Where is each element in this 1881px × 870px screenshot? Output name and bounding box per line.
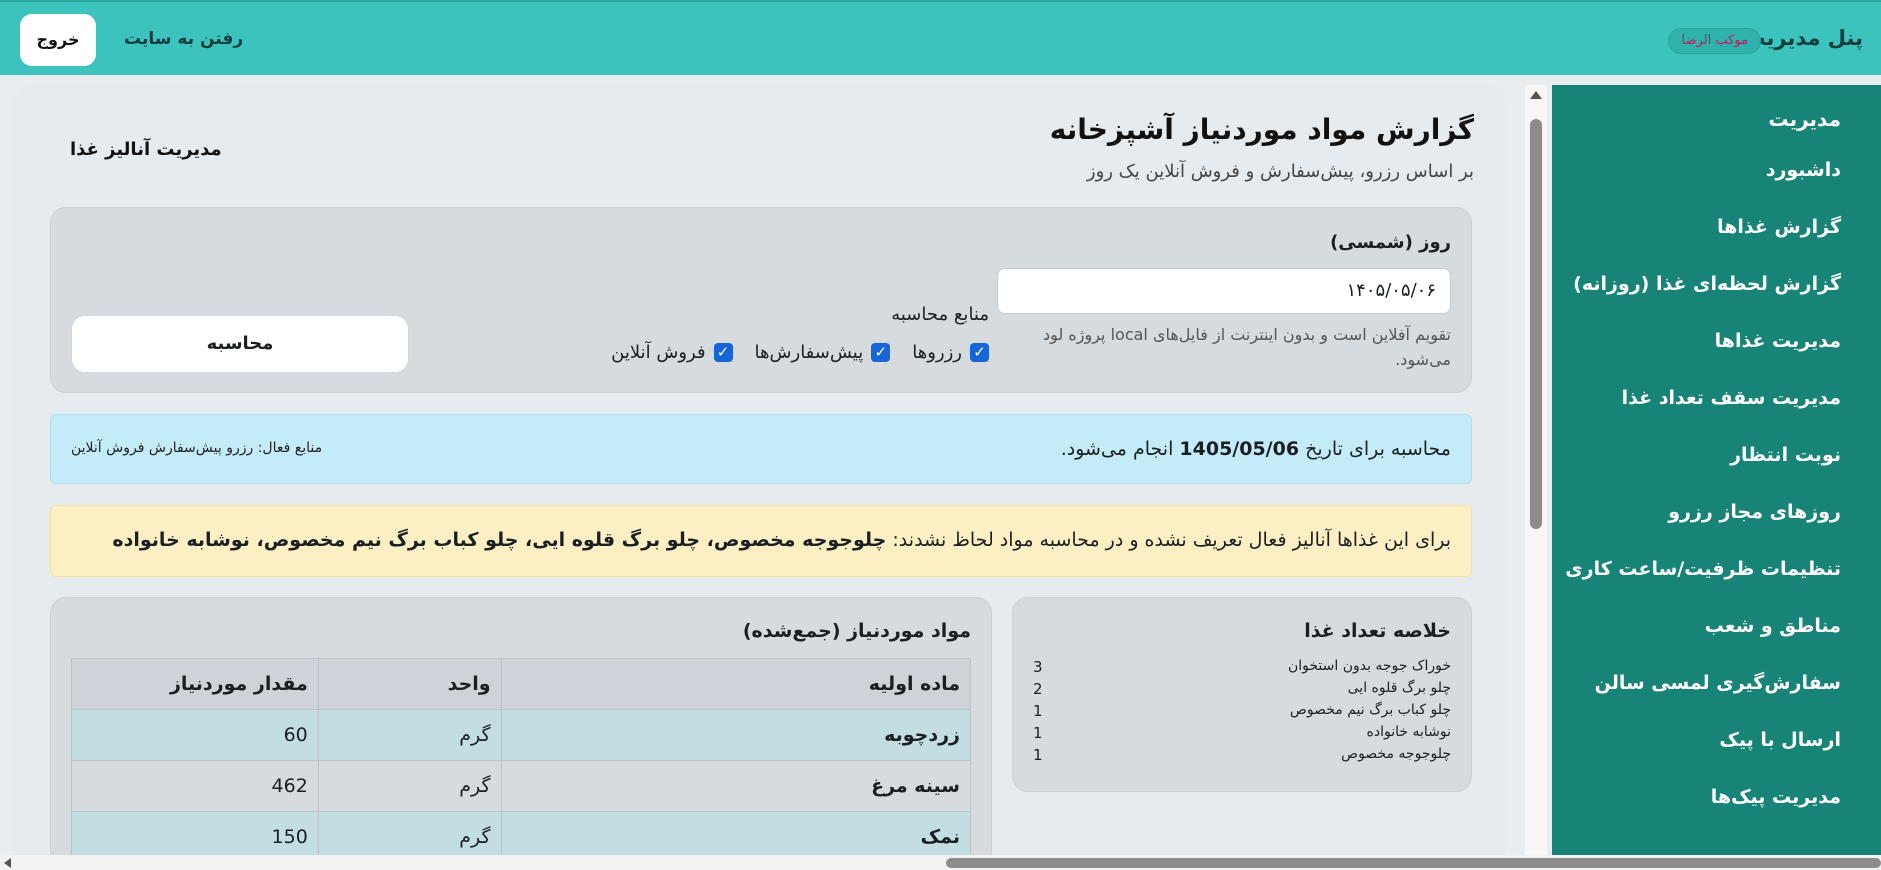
source-label: فروش آنلاین — [611, 342, 706, 363]
sidebar-item-food-cap[interactable]: مدیریت سقف تعداد غذا — [1622, 387, 1841, 409]
calculate-button[interactable]: محاسبه — [71, 315, 409, 373]
checkbox-checked-icon[interactable]: ✓ — [871, 343, 891, 362]
info-prefix: محاسبه برای تاریخ — [1305, 438, 1451, 460]
scroll-up-arrow-icon[interactable] — [1530, 91, 1542, 99]
source-online-sales[interactable]: ✓ فروش آنلاین — [611, 342, 733, 363]
source-label: پیش‌سفارش‌ها — [754, 342, 864, 363]
material-name: زردچوبه — [500, 709, 972, 761]
source-label: رزروها — [912, 342, 962, 363]
horizontal-scrollbar[interactable] — [0, 855, 1881, 870]
column-header-amount: مقدار موردنیاز — [71, 658, 319, 710]
warning-alert: برای این غذاها آنالیز فعال تعریف نشده و … — [50, 505, 1472, 577]
summary-row: چلوجوجه مخصوص 1 — [1033, 746, 1451, 768]
summary-food-name: چلو برگ قلوه ایی — [1347, 680, 1451, 696]
scroll-left-arrow-icon[interactable] — [4, 858, 11, 868]
sidebar-item-touch-ordering[interactable]: سفارش‌گیری لمسی سالن — [1595, 672, 1841, 694]
table-header-row: ماده اولیه واحد مقدار موردنیاز — [71, 658, 972, 710]
sidebar-item-live-food-report[interactable]: گزارش لحظه‌ای غذا (روزانه) — [1573, 273, 1841, 295]
sources-checkboxes: ✓ رزروها ✓ پیش‌سفارش‌ها ✓ فروش آنلاین — [611, 342, 989, 363]
summary-row: خوراک جوجه بدون استخوان 3 — [1033, 658, 1451, 680]
material-amount: 60 — [71, 709, 319, 761]
go-to-site-link[interactable]: رفتن به سایت — [124, 29, 243, 49]
info-text: محاسبه برای تاریخ 1405/05/06 انجام می‌شو… — [1061, 438, 1451, 460]
material-unit: گرم — [317, 709, 502, 761]
summary-food-name: چلوجوجه مخصوص — [1341, 746, 1451, 762]
sidebar-item-manage-couriers[interactable]: مدیریت پیک‌ها — [1711, 786, 1841, 808]
sidebar: مدیریت داشبورد گزارش غذاها گزارش لحظه‌ای… — [1552, 85, 1881, 870]
horizontal-scroll-thumb[interactable] — [946, 858, 1881, 868]
summary-food-name: خوراک جوجه بدون استخوان — [1287, 658, 1451, 674]
table-row: زردچوبه گرم 60 — [71, 709, 972, 761]
food-analysis-link[interactable]: مدیریت آنالیز غذا — [70, 139, 222, 160]
summary-food-count: 3 — [1033, 658, 1043, 676]
checkbox-checked-icon[interactable]: ✓ — [970, 343, 989, 362]
sources-label: منابع محاسبه — [891, 304, 989, 325]
summary-food-count: 2 — [1033, 680, 1043, 698]
material-unit: گرم — [317, 760, 502, 812]
material-amount: 462 — [71, 760, 319, 812]
food-summary-card: خلاصه تعداد غذا خوراک جوجه بدون استخوان … — [1012, 597, 1472, 792]
sidebar-title: مدیریت — [1768, 107, 1841, 131]
sidebar-item-reservation-days[interactable]: روزهای مجاز رزرو — [1668, 501, 1841, 523]
sidebar-item-regions[interactable]: مناطق و شعب — [1705, 615, 1841, 637]
date-help-text: تقویم آفلاین است و بدون اینترنت از فایل‌… — [1043, 325, 1451, 369]
vertical-scrollbar[interactable] — [1525, 85, 1547, 855]
sidebar-item-capacity-settings[interactable]: تنظیمات ظرفیت/ساعت کاری — [1565, 558, 1841, 580]
warning-text: برای این غذاها آنالیز فعال تعریف نشده و … — [112, 529, 1451, 551]
top-bar: پنل مدیریت موکب الرضا رفتن به سایت خروج — [0, 0, 1881, 75]
summary-food-count: 1 — [1033, 724, 1043, 742]
material-name: سینه مرغ — [500, 760, 972, 812]
material-name: نمک — [500, 811, 972, 855]
page-subtitle: بر اساس رزرو، پیش‌سفارش و فروش آنلاین یک… — [1086, 161, 1474, 182]
summary-food-count: 1 — [1033, 746, 1043, 764]
table-row: سینه مرغ گرم 462 — [71, 760, 972, 812]
active-sources-text: منابع فعال: رزرو پیش‌سفارش فروش آنلاین — [71, 440, 323, 456]
info-suffix: انجام می‌شود. — [1060, 438, 1174, 460]
material-amount: 150 — [71, 811, 319, 855]
main-panel: گزارش مواد موردنیاز آشپزخانه بر اساس رزر… — [12, 85, 1506, 855]
sidebar-item-waitlist[interactable]: نوبت انتظار — [1730, 444, 1841, 466]
summary-row: چلو برگ قلوه ایی 2 — [1033, 680, 1451, 702]
materials-title: مواد موردنیاز (جمع‌شده) — [742, 620, 971, 642]
date-label: روز (شمسی) — [1330, 232, 1451, 253]
date-input[interactable]: ۱۴۰۵/۰۵/۰۶ — [997, 268, 1451, 314]
info-alert: محاسبه برای تاریخ 1405/05/06 انجام می‌شو… — [50, 414, 1472, 484]
summary-food-name: نوشابه خانواده — [1366, 724, 1452, 740]
summary-row: چلو کباب برگ نیم مخصوص 1 — [1033, 702, 1451, 724]
logout-button[interactable]: خروج — [20, 14, 96, 66]
summary-row: نوشابه خانواده 1 — [1033, 724, 1451, 746]
sidebar-item-manage-foods[interactable]: مدیریت غذاها — [1715, 330, 1841, 352]
material-unit: گرم — [317, 811, 502, 855]
materials-card: مواد موردنیاز (جمع‌شده) ماده اولیه واحد … — [50, 597, 992, 855]
summary-title: خلاصه تعداد غذا — [1304, 620, 1451, 642]
materials-table: ماده اولیه واحد مقدار موردنیاز زردچوبه گ… — [71, 658, 972, 855]
filter-card: روز (شمسی) ۱۴۰۵/۰۵/۰۶ تقویم آفلاین است و… — [50, 207, 1472, 393]
page-title: گزارش مواد موردنیاز آشپزخانه — [1049, 113, 1474, 146]
vertical-scroll-thumb[interactable] — [1530, 119, 1542, 529]
summary-food-count: 1 — [1033, 702, 1043, 720]
warning-foods: چلوجوجه مخصوص، چلو برگ قلوه ایی، چلو کبا… — [112, 529, 887, 551]
source-reservations[interactable]: ✓ رزروها — [912, 342, 989, 363]
sidebar-item-courier-delivery[interactable]: ارسال با پیک — [1719, 729, 1841, 751]
summary-food-name: چلو کباب برگ نیم مخصوص — [1289, 702, 1451, 718]
source-preorders[interactable]: ✓ پیش‌سفارش‌ها — [755, 342, 891, 363]
column-header-material: ماده اولیه — [500, 658, 972, 710]
sidebar-item-dashboard[interactable]: داشبورد — [1766, 159, 1841, 181]
warning-prefix: برای این غذاها آنالیز فعال تعریف نشده و … — [892, 529, 1451, 551]
column-header-unit: واحد — [317, 658, 502, 710]
org-badge: موکب الرضا — [1668, 28, 1761, 54]
sidebar-item-food-report[interactable]: گزارش غذاها — [1717, 216, 1841, 238]
table-row: نمک گرم 150 — [71, 811, 972, 855]
brand-title: پنل مدیریت — [1744, 26, 1863, 50]
info-date: 1405/05/06 — [1179, 438, 1300, 460]
checkbox-checked-icon[interactable]: ✓ — [713, 343, 733, 362]
